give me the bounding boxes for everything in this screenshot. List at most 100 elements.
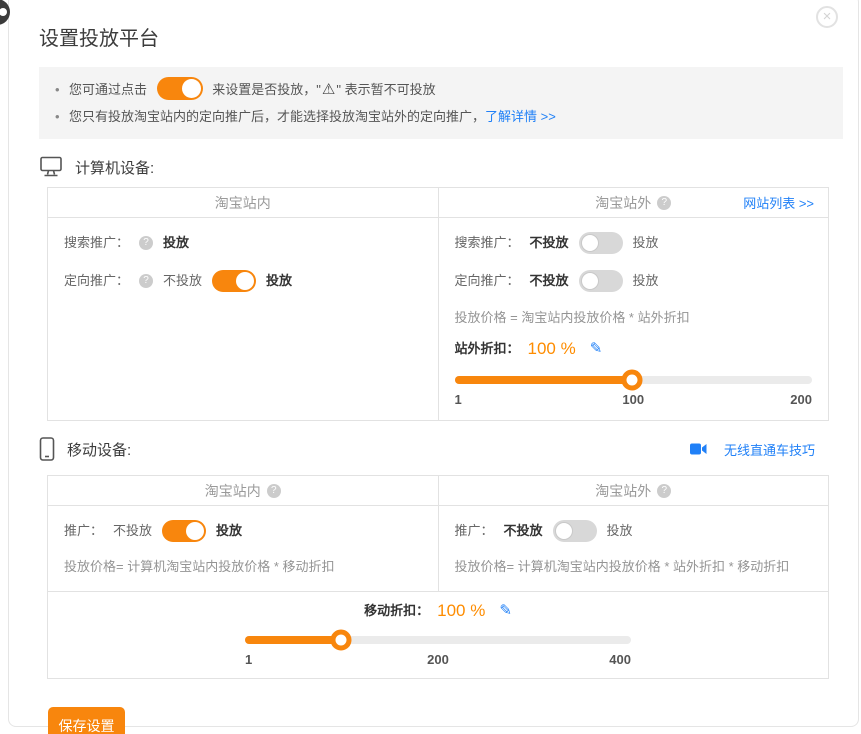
slider-track[interactable] (245, 636, 631, 644)
slider-mid-label: 100 (622, 392, 644, 407)
offsite-discount-value: 100 % (528, 336, 576, 362)
slider-handle[interactable] (330, 630, 351, 651)
target-promo-row-offsite: 定向推广： 不投放 投放 (455, 268, 813, 294)
notice-box: 您可通过点击 来设置是否投放，"⚠" 表示暂不可投放 您只有投放淘宝站内的定向推… (39, 67, 843, 139)
mobile-discount-line: 移动折扣： 100 % ✎ (48, 598, 828, 624)
target-promo-on-label: 投放 (266, 268, 292, 294)
edit-icon[interactable]: ✎ (499, 598, 512, 624)
mobile-onsite-cell: 推广： 不投放 投放 投放价格= 计算机淘宝站内投放价格 * 移动折扣 (48, 506, 438, 591)
slider-fill (245, 636, 341, 644)
mobile-table-header: 淘宝站内 ? 淘宝站外 ? (48, 476, 828, 506)
mobile-table: 淘宝站内 ? 淘宝站外 ? 推广： 不投放 投放 投放价格= 计算机淘宝站内投放… (47, 475, 829, 679)
computer-offsite-header-label: 淘宝站外 (595, 193, 651, 213)
notice-line1-end: " 表示暂不可投放 (336, 82, 435, 97)
search-promo-row-onsite: 搜索推广： ? 投放 (64, 230, 422, 256)
computer-offsite-cell: 搜索推广： 不投放 投放 定向推广： 不投放 投放 投放价格 = 淘宝站内投放价… (438, 218, 829, 420)
learn-more-link[interactable]: 了解详情 >> (485, 109, 556, 124)
site-list-link[interactable]: 网站列表 >> (743, 193, 814, 212)
mobile-discount-label: 移动折扣： (364, 598, 429, 624)
mobile-promo-on-label: 投放 (216, 518, 242, 544)
offsite-discount-slider: 1 100 200 (455, 376, 813, 408)
mobile-promo-row-onsite: 推广： 不投放 投放 (64, 518, 422, 544)
slider-track[interactable] (455, 376, 813, 384)
slider-min-label: 1 (245, 652, 252, 667)
help-icon[interactable]: ? (657, 484, 671, 498)
example-toggle[interactable] (157, 77, 203, 100)
slider-handle[interactable] (622, 370, 643, 391)
close-icon[interactable]: × (816, 6, 838, 28)
offsite-price-formula: 投放价格 = 淘宝站内投放价格 * 站外折扣 (455, 306, 813, 330)
computer-icon (39, 156, 63, 178)
page-title: 设置投放平台 (39, 25, 843, 53)
mobile-section-label: 移动设备: (67, 439, 131, 460)
notice-line1-mid: 来设置是否投放，" (212, 82, 321, 97)
help-icon[interactable]: ? (139, 236, 153, 250)
wireless-tips-link[interactable]: 无线直通车技巧 (690, 440, 815, 459)
computer-section-label: 计算机设备: (75, 157, 154, 178)
mobile-offsite-formula: 投放价格= 计算机淘宝站内投放价格 * 站外折扣 * 移动折扣 (455, 555, 813, 579)
search-promo-state: 投放 (163, 230, 189, 256)
slider-scale: 1 200 400 (245, 652, 631, 668)
mobile-discount-value: 100 % (437, 598, 485, 624)
slider-scale: 1 100 200 (455, 392, 813, 408)
toggle-knob (182, 79, 201, 98)
slider-mid-label: 200 (427, 652, 449, 667)
offsite-discount-label: 站外折扣： (455, 336, 520, 362)
target-promo-label: 定向推广： (64, 268, 129, 294)
edit-icon[interactable]: ✎ (590, 336, 603, 362)
notice-line-1: 您可通过点击 来设置是否投放，"⚠" 表示暂不可投放 (55, 76, 827, 103)
notice-line-2: 您只有投放淘宝站内的定向推广后，才能选择投放淘宝站外的定向推广，了解详情 >> (55, 103, 827, 130)
target-promo-onsite-toggle[interactable] (212, 270, 256, 292)
search-promo-off-label: 不投放 (530, 230, 569, 256)
mobile-promo-on-label: 投放 (607, 518, 633, 544)
target-promo-offsite-toggle[interactable] (579, 270, 623, 292)
wireless-tips-label: 无线直通车技巧 (724, 440, 815, 459)
search-promo-on-label: 投放 (633, 230, 659, 256)
notice-line1-pre: 您可通过点击 (69, 82, 147, 97)
mobile-onsite-header: 淘宝站内 ? (48, 476, 438, 505)
mobile-promo-off-label: 不投放 (113, 518, 152, 544)
mobile-promo-label: 推广： (64, 518, 103, 544)
target-promo-row-onsite: 定向推广： ? 不投放 投放 (64, 268, 422, 294)
warning-icon: ⚠ (322, 81, 335, 98)
slider-min-label: 1 (455, 392, 462, 407)
mobile-offsite-toggle[interactable] (553, 520, 597, 542)
offsite-discount-line: 站外折扣： 100 % ✎ (455, 336, 813, 362)
toggle-knob (581, 234, 599, 252)
search-promo-row-offsite: 搜索推广： 不投放 投放 (455, 230, 813, 256)
mobile-discount-slider: 1 200 400 (245, 636, 631, 668)
computer-section-header: 计算机设备: (39, 153, 843, 181)
computer-table-header: 淘宝站内 淘宝站外 ? 网站列表 >> (48, 188, 828, 218)
slider-max-label: 400 (609, 652, 631, 667)
save-settings-button[interactable]: 保存设置 (48, 707, 125, 734)
target-promo-off-label: 不投放 (163, 268, 202, 294)
computer-onsite-header: 淘宝站内 (48, 188, 438, 217)
mobile-offsite-header-label: 淘宝站外 (595, 481, 651, 501)
mobile-section-header: 移动设备: 无线直通车技巧 (39, 435, 843, 463)
video-icon (690, 443, 707, 455)
slider-max-label: 200 (790, 392, 812, 407)
help-icon[interactable]: ? (139, 274, 153, 288)
search-promo-label: 搜索推广： (64, 230, 129, 256)
help-icon[interactable]: ? (267, 484, 281, 498)
mobile-offsite-cell: 推广： 不投放 投放 投放价格= 计算机淘宝站内投放价格 * 站外折扣 * 移动… (438, 506, 829, 591)
target-promo-off-label: 不投放 (530, 268, 569, 294)
computer-offsite-header: 淘宝站外 ? 网站列表 >> (438, 188, 829, 217)
mobile-promo-label: 推广： (455, 518, 494, 544)
settings-modal: × 设置投放平台 您可通过点击 来设置是否投放，"⚠" 表示暂不可投放 您只有投… (8, 0, 859, 727)
search-promo-label: 搜索推广： (455, 230, 520, 256)
toggle-knob (186, 522, 204, 540)
mobile-promo-row-offsite: 推广： 不投放 投放 (455, 518, 813, 544)
mobile-offsite-header: 淘宝站外 ? (438, 476, 829, 505)
computer-table: 淘宝站内 淘宝站外 ? 网站列表 >> 搜索推广： ? 投放 定向推广： ? 不… (47, 187, 829, 421)
mobile-onsite-toggle[interactable] (162, 520, 206, 542)
help-icon[interactable]: ? (657, 196, 671, 210)
toggle-knob (581, 272, 599, 290)
computer-onsite-header-label: 淘宝站内 (215, 193, 271, 213)
target-promo-label: 定向推广： (455, 268, 520, 294)
slider-fill (455, 376, 633, 384)
mobile-discount-row: 移动折扣： 100 % ✎ 1 200 400 (48, 591, 828, 678)
toggle-knob (555, 522, 573, 540)
mobile-onsite-formula: 投放价格= 计算机淘宝站内投放价格 * 移动折扣 (64, 555, 422, 579)
search-promo-offsite-toggle[interactable] (579, 232, 623, 254)
